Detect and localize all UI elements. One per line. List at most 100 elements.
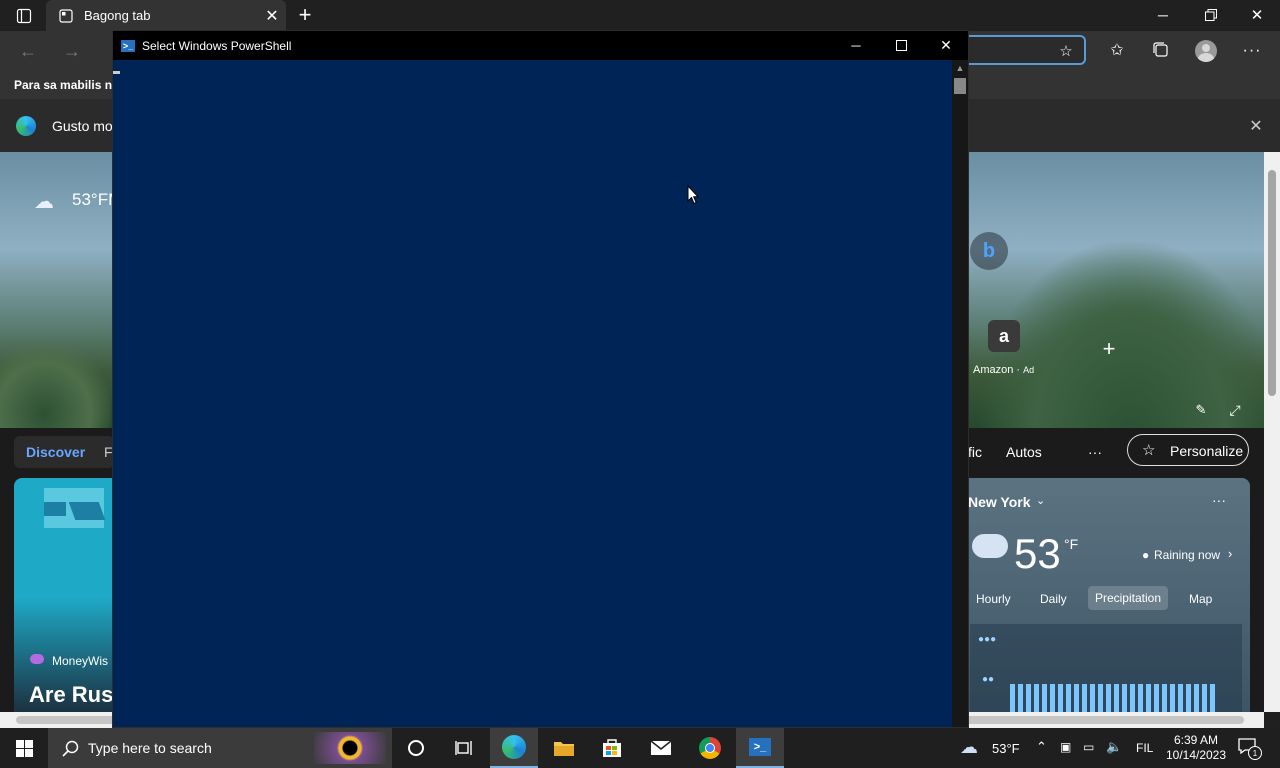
tray-weather-icon[interactable]: ☁ (960, 737, 978, 758)
powershell-taskbar-icon[interactable]: >_ (736, 728, 784, 768)
nav-more-icon[interactable]: ··· (1088, 444, 1102, 460)
news-source: MoneyWis (52, 654, 109, 668)
console-scrollbar[interactable]: ▲ (952, 60, 968, 727)
search-placeholder: Type here to search (88, 740, 212, 756)
search-icon (60, 738, 80, 758)
precipitation-bars (1010, 684, 1218, 712)
chrome-icon[interactable] (686, 728, 734, 768)
personalize-button[interactable]: ☆ Personalize (1127, 434, 1249, 466)
tray-weather-temp[interactable]: 53°F (992, 741, 1020, 756)
notification-center-icon[interactable]: 1 (1238, 738, 1262, 760)
weather-rain-cloud-icon (972, 534, 1008, 558)
more-icon[interactable]: ··· (1238, 37, 1266, 65)
add-shortcut-icon[interactable]: + (1098, 336, 1120, 361)
console-scroll-thumb[interactable] (954, 78, 966, 94)
file-explorer-icon[interactable] (540, 728, 588, 768)
taskbar-search[interactable]: Type here to search (48, 728, 392, 768)
tab-daily[interactable]: Daily (1040, 592, 1067, 606)
edge-icon[interactable] (490, 728, 538, 768)
nav-autos[interactable]: Autos (1006, 444, 1042, 460)
ps-minimize-icon[interactable]: ─ (833, 31, 879, 60)
weather-location[interactable]: New York (968, 494, 1031, 510)
weather-card[interactable]: New York ⌄ ··· 53 °F ● Raining now › Hou… (960, 478, 1250, 712)
collections-icon[interactable] (1148, 37, 1174, 63)
powershell-icon: >_ (121, 39, 135, 52)
island-shape (0, 342, 110, 432)
vertical-scroll-thumb[interactable] (1268, 170, 1276, 396)
search-highlight-image (314, 732, 386, 764)
ps-close-icon[interactable]: ✕ (923, 31, 969, 60)
restore-icon[interactable] (1188, 0, 1234, 30)
add-favorite-icon[interactable]: ☆ (1056, 41, 1076, 61)
volume-muted-icon[interactable]: 🔈 (1106, 739, 1122, 755)
task-view-icon[interactable] (440, 728, 488, 768)
expand-icon[interactable]: ⤢ (1225, 400, 1245, 420)
feed-nav: Discover F (14, 436, 114, 468)
tab-strip: Bagong tab ✕ + ─ ✕ (0, 0, 1280, 31)
weather-temp-short: 53°F (72, 190, 109, 209)
heavy-rain-icon: ●●● (978, 634, 997, 645)
page-vertical-scrollbar[interactable] (1264, 152, 1280, 712)
store-icon[interactable] (588, 728, 636, 768)
close-icon[interactable]: ✕ (1234, 0, 1280, 30)
news-image-shape (68, 502, 106, 520)
favorites-icon[interactable]: ✩ (1104, 37, 1130, 63)
show-hidden-icons-icon[interactable]: ⌃ (1036, 739, 1047, 755)
raindrop-icon: ● (1142, 548, 1150, 562)
close-infobar-icon[interactable]: ✕ (1246, 116, 1266, 136)
powershell-icon: >_ (749, 738, 771, 756)
close-tab-icon[interactable]: ✕ (258, 2, 286, 30)
mail-icon[interactable] (637, 728, 685, 768)
favorites-bar-text: Para sa mabilis na (14, 78, 119, 92)
news-card[interactable]: MoneyWis Are Rus (14, 478, 124, 712)
star-settings-icon: ☆ (1142, 442, 1156, 459)
cortana-icon[interactable] (392, 728, 440, 768)
scroll-up-icon[interactable]: ▲ (952, 60, 968, 76)
meet-now-icon[interactable]: ▣ (1060, 740, 1071, 754)
clock[interactable]: 6:39 AM 10/14/2023 (1164, 731, 1228, 765)
personalize-label: Personalize (1170, 443, 1244, 459)
address-bar[interactable]: ☆ (968, 35, 1086, 65)
network-icon[interactable]: ▭ (1083, 740, 1094, 754)
tab-actions-icon[interactable] (12, 6, 36, 26)
nav-discover[interactable]: Discover (26, 444, 85, 460)
weather-cloud-icon: ☁ (34, 191, 54, 213)
console-area[interactable] (113, 60, 952, 727)
tab-precipitation[interactable]: Precipitation (1088, 586, 1168, 610)
weather-card-more-icon[interactable]: ··· (1212, 492, 1226, 508)
new-tab-button[interactable]: + (292, 2, 318, 28)
news-image-shape (44, 502, 66, 516)
ps-maximize-icon[interactable] (878, 31, 924, 60)
info-bar-text: Gusto mo (52, 118, 113, 134)
windows-start-icon[interactable] (0, 728, 48, 768)
shortcut-amazon[interactable]: a Amazon · Ad (972, 316, 1038, 382)
weather-unit: °F (1064, 536, 1079, 552)
back-icon[interactable]: ← (14, 37, 42, 65)
shortcut-label: Amazon · Ad (973, 364, 1035, 376)
weather-status[interactable]: Raining now (1154, 548, 1220, 562)
plus-icon: + (298, 2, 312, 27)
profile-icon[interactable] (1195, 40, 1217, 62)
powershell-title: Select Windows PowerShell (142, 38, 292, 53)
location-chevron-icon[interactable]: ⌄ (1036, 494, 1045, 507)
clock-date: 10/14/2023 (1165, 748, 1227, 762)
edit-background-icon[interactable]: ✎ (1191, 400, 1211, 420)
tab-bagong-tab[interactable]: Bagong tab ✕ (46, 0, 286, 31)
forward-icon[interactable]: → (58, 37, 86, 65)
tab-hourly[interactable]: Hourly (976, 592, 1011, 606)
edge-logo-icon (16, 116, 36, 136)
bing-chat-icon[interactable]: b (970, 232, 1008, 270)
minimize-icon[interactable]: ─ (1140, 0, 1186, 30)
light-rain-icon: ●● (982, 674, 995, 685)
amazon-icon: a (988, 320, 1020, 352)
status-chevron-icon[interactable]: › (1228, 546, 1232, 561)
new-tab-page-icon (58, 8, 74, 24)
nav-traffic[interactable]: fic (968, 444, 982, 460)
tab-title: Bagong tab (84, 8, 151, 23)
powershell-window[interactable]: >_ Select Windows PowerShell ─ ✕ ▲ (112, 30, 969, 728)
tab-map[interactable]: Map (1189, 592, 1212, 606)
taskbar: Type here to search >_ ☁ 53°F ⌃ ▣ ▭ 🔈 FI… (0, 728, 1280, 768)
mouse-cursor-icon (687, 184, 700, 210)
weather-temp: 53 (1014, 530, 1061, 577)
language-indicator[interactable]: FIL (1136, 741, 1153, 755)
